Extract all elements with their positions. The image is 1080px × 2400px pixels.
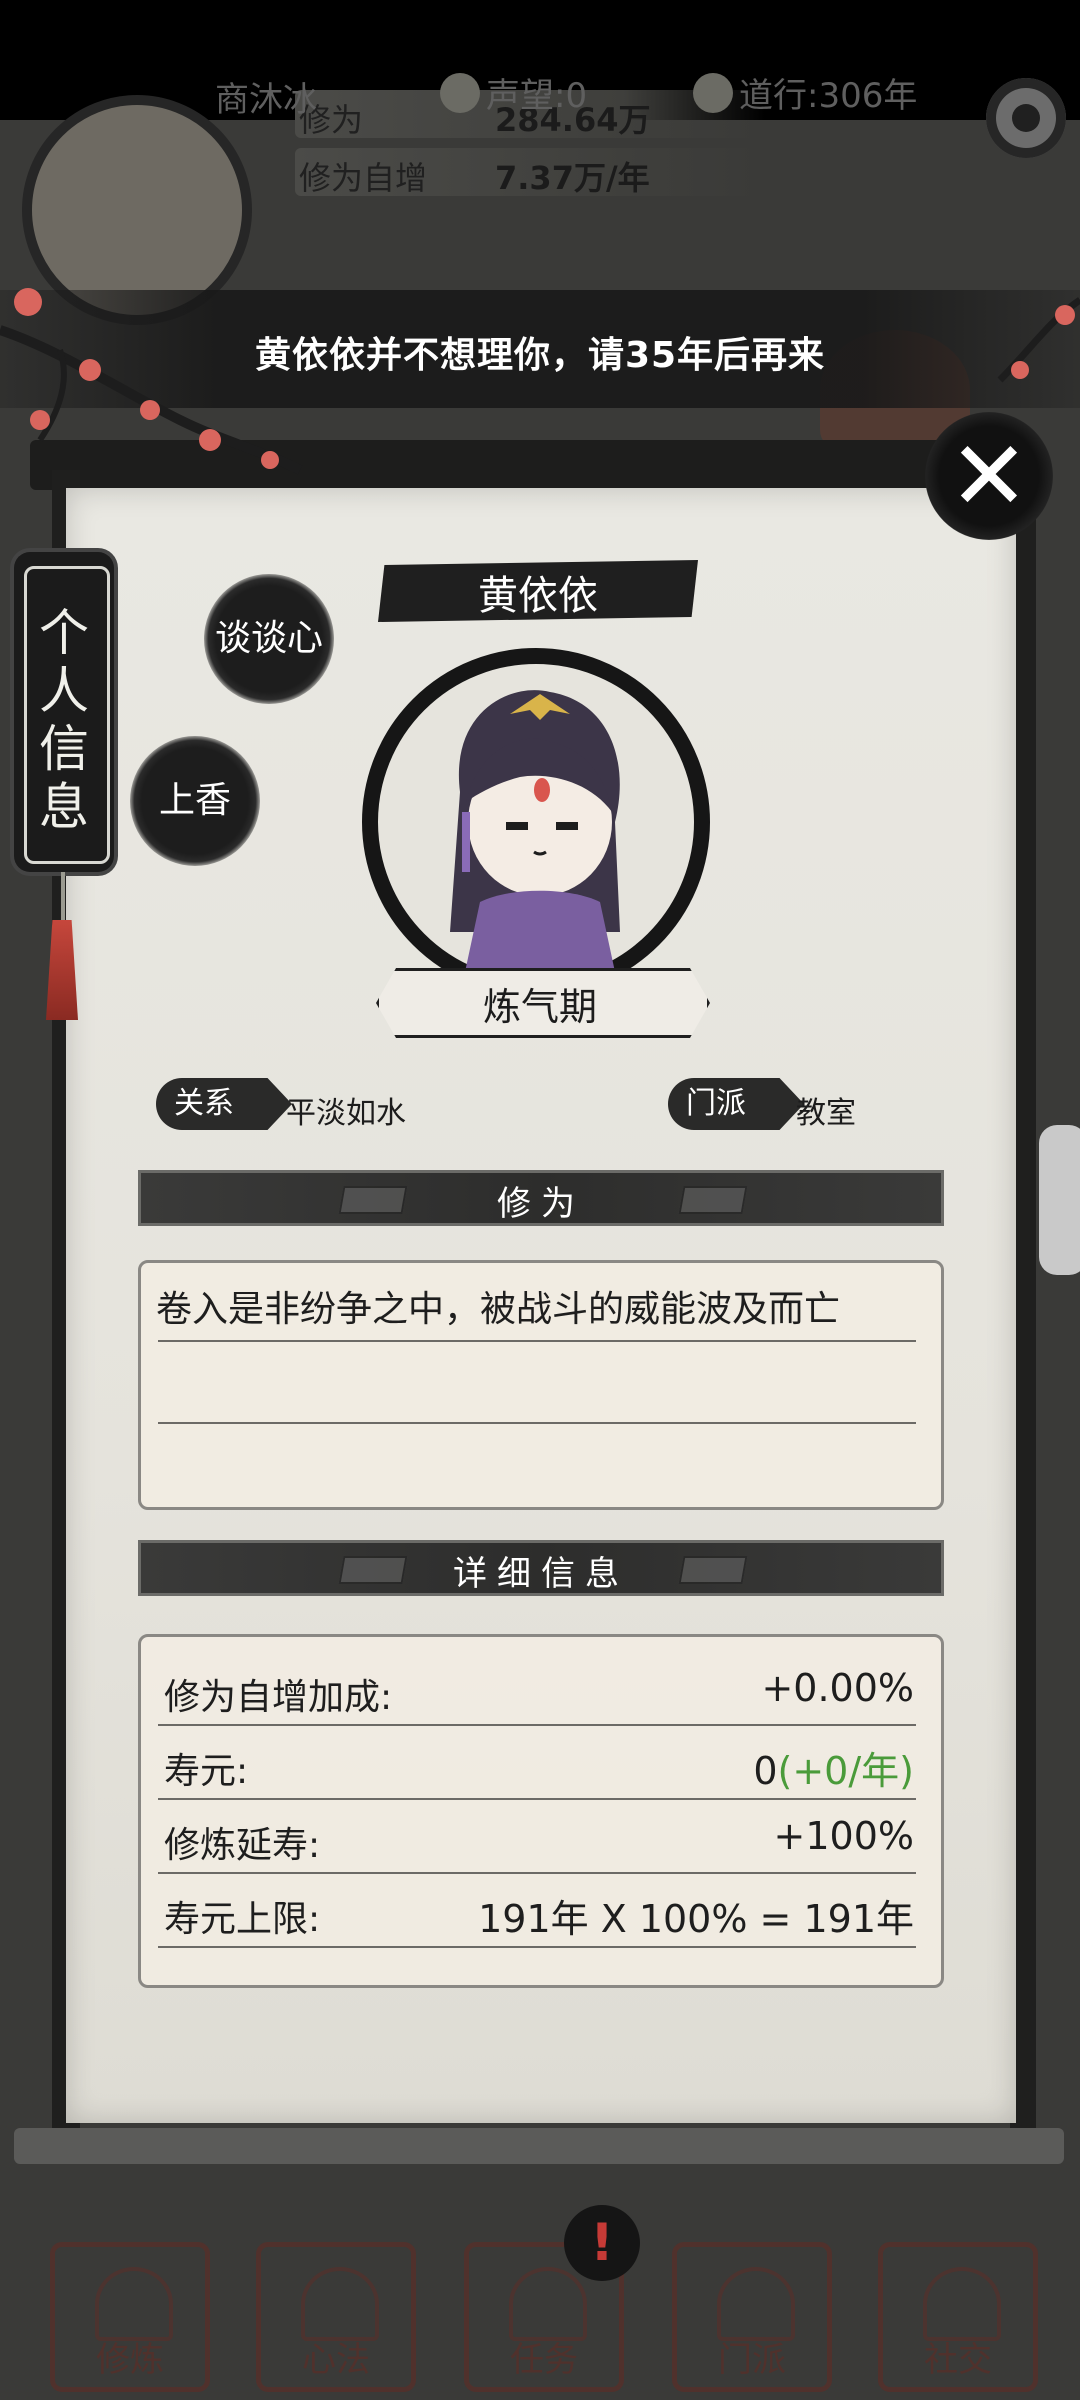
detail-row-label: 寿元: [164, 1751, 249, 1792]
divider [158, 1946, 916, 1948]
death-description: 卷入是非纷争之中，被战斗的威能波及而亡 [156, 1289, 841, 1330]
divider [158, 1798, 916, 1800]
detail-row-value: +100% [773, 1814, 914, 1858]
dao-years-stat: 道行:306年 [693, 68, 917, 117]
stat-cultivation-growth: 修为自增 7.37万/年 [295, 148, 765, 197]
detail-row-label: 寿元上限: [164, 1899, 321, 1940]
tassel-cord [61, 872, 65, 922]
yin-yang-icon [693, 72, 733, 113]
divider [158, 1422, 916, 1424]
divider [158, 1872, 916, 1874]
relation-value: 平淡如水 [286, 1096, 406, 1131]
nav-social[interactable]: 社交 [878, 2242, 1038, 2392]
tab-label: 个 人 信 息 [39, 604, 89, 836]
divider [158, 1340, 916, 1342]
reputation-coin-icon [440, 72, 480, 113]
plum-blossom-branch-icon [0, 288, 303, 475]
detail-row-value: +0.00% [761, 1666, 914, 1710]
nav-method[interactable]: 心法 [256, 2242, 416, 2392]
details-section-title: 详细信息 [453, 1554, 629, 1594]
talk-button[interactable]: 谈谈心 [204, 574, 334, 704]
edge-swipe-handle[interactable] [1039, 1125, 1080, 1275]
cultivation-section-title: 修为 [497, 1184, 585, 1224]
detail-row-label: 修炼延寿: [164, 1825, 321, 1866]
alert-icon[interactable]: ! [564, 2205, 640, 2281]
sect-icon [717, 2267, 795, 2341]
detail-row-value: 0(+0/年) [753, 1740, 914, 1795]
npc-realm: 炼气期 [482, 985, 597, 1029]
task-icon [509, 2267, 587, 2341]
scroll-icon [301, 2267, 379, 2341]
divider [158, 1724, 916, 1726]
settings-gear-icon[interactable] [986, 78, 1066, 158]
sect-label: 门派 [668, 1078, 804, 1130]
nav-cultivate[interactable]: 修炼 [50, 2242, 210, 2392]
tab-personal-info[interactable]: 个 人 信 息 [14, 552, 114, 872]
npc-portrait [450, 690, 620, 972]
sect-value: 教室 [796, 1096, 856, 1131]
close-button[interactable]: ✕ [925, 412, 1053, 540]
scroll-bottom-rod [14, 2128, 1064, 2164]
detail-row-label: 修为自增加成: [164, 1677, 393, 1718]
lifespan-value: 0 [753, 1749, 778, 1793]
reputation-stat: 声望:0 [440, 68, 587, 117]
incense-button[interactable]: 上香 [130, 736, 260, 866]
toast-message: 黄依依并不想理你，请35年后再来 [254, 335, 826, 376]
meditation-icon [95, 2267, 173, 2341]
relation-label: 关系 [156, 1078, 292, 1130]
player-name: 商沐冰 [215, 80, 317, 120]
social-icon [923, 2267, 1001, 2341]
lifespan-growth: (+0/年) [777, 1749, 914, 1793]
detail-row-value: 191年 X 100% = 191年 [478, 1897, 914, 1941]
npc-name: 黄依依 [478, 573, 598, 619]
nav-sect[interactable]: 门派 [672, 2242, 832, 2392]
